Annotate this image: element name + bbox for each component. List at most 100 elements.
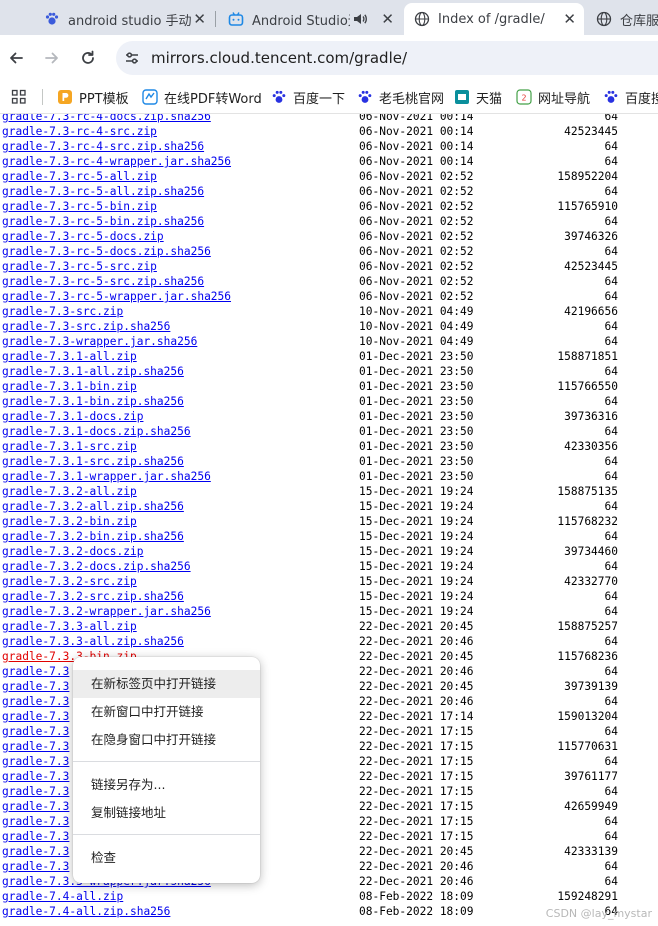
close-tab-icon[interactable]: ✕ bbox=[381, 10, 394, 28]
file-link[interactable]: gradle-7.3.1-docs.zip.sha256 bbox=[2, 424, 191, 439]
file-date: 06-Nov-2021 02:52 bbox=[359, 245, 474, 258]
tab-repository[interactable]: 仓库服 bbox=[586, 3, 658, 35]
close-tab-icon[interactable]: ✕ bbox=[193, 10, 206, 28]
file-date: 06-Nov-2021 02:52 bbox=[359, 260, 474, 273]
file-link[interactable]: gradle-7.3.3-all.zip bbox=[2, 619, 137, 634]
back-button[interactable] bbox=[5, 47, 27, 69]
file-link[interactable]: gradle-7.3.1-src.zip bbox=[2, 439, 137, 454]
file-link[interactable]: gradle-7.3.2-all.zip.sha256 bbox=[2, 499, 184, 514]
bookmark-baidu[interactable]: 百度一下 bbox=[271, 87, 345, 107]
file-size: 64 bbox=[604, 455, 618, 468]
file-size: 64 bbox=[604, 395, 618, 408]
file-link[interactable]: gradle-7.3.1-wrapper.jar.sha256 bbox=[2, 469, 211, 484]
file-link[interactable]: gradle-7.3 bbox=[2, 754, 69, 769]
file-link[interactable]: gradle-7.3-rc-5-docs.zip.sha256 bbox=[2, 244, 211, 259]
file-link[interactable]: gradle-7.3 bbox=[2, 829, 69, 844]
file-link[interactable]: gradle-7.3-rc-5-bin.zip bbox=[2, 199, 157, 214]
file-link[interactable]: gradle-7.3.1-src.zip.sha256 bbox=[2, 454, 184, 469]
file-link[interactable]: gradle-7.3-rc-5-src.zip.sha256 bbox=[2, 274, 204, 289]
file-link[interactable]: gradle-7.3 bbox=[2, 709, 69, 724]
listing-row: gradle-7.3-rc-5-bin.zip.sha256 06-Nov-202… bbox=[0, 214, 658, 229]
menu-save-link-as[interactable]: 链接另存为... bbox=[73, 771, 260, 799]
address-bar[interactable]: mirrors.cloud.tencent.com/gradle/ bbox=[116, 41, 658, 75]
file-link[interactable]: gradle-7.4-all.zip bbox=[2, 889, 123, 904]
file-link[interactable]: gradle-7.3-rc-4-src.zip bbox=[2, 124, 157, 139]
file-link[interactable]: gradle-7.3.2-bin.zip bbox=[2, 514, 137, 529]
menu-open-in-incognito[interactable]: 在隐身窗口中打开链接 bbox=[73, 726, 260, 754]
file-link[interactable]: gradle-7.4-all.zip.sha256 bbox=[2, 904, 170, 919]
file-link[interactable]: gradle-7.3-rc-4-docs.zip.sha256 bbox=[2, 114, 211, 124]
file-link[interactable]: gradle-7.3-rc-4-wrapper.jar.sha256 bbox=[2, 154, 231, 169]
bookmark-pdf-to-word[interactable]: 在线PDF转Word bbox=[142, 87, 262, 107]
file-link[interactable]: gradle-7.3 bbox=[2, 814, 69, 829]
file-link[interactable]: gradle-7.3-rc-5-bin.zip.sha256 bbox=[2, 214, 204, 229]
file-link[interactable]: gradle-7.3 bbox=[2, 724, 69, 739]
file-link[interactable]: gradle-7.3.2-bin.zip.sha256 bbox=[2, 529, 184, 544]
menu-inspect[interactable]: 检查 bbox=[73, 844, 260, 872]
bookmark-label: 网址导航 bbox=[538, 91, 591, 107]
bilibili-icon bbox=[228, 11, 244, 27]
file-link[interactable]: gradle-7.3-wrapper.jar.sha256 bbox=[2, 334, 197, 349]
file-link[interactable]: gradle-7.3.2-wrapper.jar.sha256 bbox=[2, 604, 211, 619]
file-date: 01-Dec-2021 23:50 bbox=[359, 365, 474, 378]
file-date: 06-Nov-2021 00:14 bbox=[359, 155, 474, 168]
file-link[interactable]: gradle-7.3.2-src.zip bbox=[2, 574, 137, 589]
file-size: 64 bbox=[604, 785, 618, 798]
bookmark-laomaotao[interactable]: 老毛桃官网 bbox=[357, 87, 444, 107]
close-tab-icon[interactable]: ✕ bbox=[563, 10, 576, 28]
file-link[interactable]: gradle-7.3-rc-5-docs.zip bbox=[2, 229, 164, 244]
file-link[interactable]: gradle-7.3-src.zip bbox=[2, 304, 123, 319]
reload-button[interactable] bbox=[77, 47, 99, 69]
file-size: 158875257 bbox=[557, 620, 618, 633]
menu-open-in-new-tab[interactable]: 在新标签页中打开链接 bbox=[73, 670, 260, 698]
tab-android-studio-video[interactable]: Android Studio无 ✕ bbox=[218, 3, 402, 35]
file-link[interactable]: gradle-7.3.1-bin.zip.sha256 bbox=[2, 394, 184, 409]
apps-button[interactable] bbox=[11, 87, 33, 107]
file-link[interactable]: gradle-7.3 bbox=[2, 664, 69, 679]
bookmark-ppt[interactable]: PPT模板 bbox=[57, 87, 129, 107]
file-size: 64 bbox=[604, 365, 618, 378]
tab-android-studio-manual[interactable]: android studio 手动 ✕ bbox=[34, 3, 214, 35]
file-link[interactable]: gradle-7.3.1-bin.zip bbox=[2, 379, 137, 394]
file-link[interactable]: gradle-7.3-rc-5-all.zip bbox=[2, 169, 157, 184]
bookmark-label: 老毛桃官网 bbox=[379, 91, 445, 107]
pdf-icon bbox=[142, 89, 158, 105]
tab-divider bbox=[215, 11, 216, 27]
file-link[interactable]: gradle-7.3-rc-5-src.zip bbox=[2, 259, 157, 274]
file-link[interactable]: gradle-7.3 bbox=[2, 739, 69, 754]
file-date: 06-Nov-2021 02:52 bbox=[359, 275, 474, 288]
bookmark-tmall[interactable]: 天猫 bbox=[454, 87, 502, 107]
file-link[interactable]: gradle-7.3 bbox=[2, 799, 69, 814]
bookmark-baidu-search[interactable]: 百度搜 bbox=[603, 87, 658, 107]
file-link[interactable]: gradle-7.3 bbox=[2, 859, 69, 874]
bookmark-site-nav[interactable]: 2 网址导航 bbox=[516, 87, 590, 107]
file-link[interactable]: gradle-7.3-rc-5-wrapper.jar.sha256 bbox=[2, 289, 231, 304]
file-link[interactable]: gradle-7.3.3-all.zip.sha256 bbox=[2, 634, 184, 649]
site-info-icon[interactable] bbox=[124, 50, 140, 70]
speaker-icon[interactable] bbox=[352, 11, 368, 31]
file-link[interactable]: gradle-7.3 bbox=[2, 844, 69, 859]
tmall-icon bbox=[454, 89, 470, 105]
forward-arrow-icon bbox=[45, 52, 58, 64]
menu-copy-link-address[interactable]: 复制链接地址 bbox=[73, 799, 260, 827]
file-link[interactable]: gradle-7.3-rc-4-src.zip.sha256 bbox=[2, 139, 204, 154]
file-link[interactable]: gradle-7.3 bbox=[2, 769, 69, 784]
tab-strip: android studio 手动 ✕ Android Studio无 ✕ In… bbox=[0, 0, 658, 35]
file-size: 42333139 bbox=[564, 845, 618, 858]
file-link[interactable]: gradle-7.3-rc-5-all.zip.sha256 bbox=[2, 184, 204, 199]
file-link[interactable]: gradle-7.3.1-all.zip bbox=[2, 349, 137, 364]
file-link[interactable]: gradle-7.3-src.zip.sha256 bbox=[2, 319, 170, 334]
file-date: 22-Dec-2021 17:15 bbox=[359, 785, 474, 798]
file-link[interactable]: gradle-7.3.2-docs.zip bbox=[2, 544, 143, 559]
file-link[interactable]: gradle-7.3.1-docs.zip bbox=[2, 409, 143, 424]
file-link[interactable]: gradle-7.3 bbox=[2, 784, 69, 799]
file-link[interactable]: gradle-7.3 bbox=[2, 679, 69, 694]
file-link[interactable]: gradle-7.3.2-all.zip bbox=[2, 484, 137, 499]
menu-open-in-new-window[interactable]: 在新窗口中打开链接 bbox=[73, 698, 260, 726]
file-link[interactable]: gradle-7.3.1-all.zip.sha256 bbox=[2, 364, 184, 379]
forward-button[interactable] bbox=[41, 47, 63, 69]
file-link[interactable]: gradle-7.3.2-docs.zip.sha256 bbox=[2, 559, 191, 574]
file-link[interactable]: gradle-7.3 bbox=[2, 694, 69, 709]
tab-index-of-gradle[interactable]: Index of /gradle/ ✕ bbox=[404, 3, 584, 35]
file-link[interactable]: gradle-7.3.2-src.zip.sha256 bbox=[2, 589, 184, 604]
